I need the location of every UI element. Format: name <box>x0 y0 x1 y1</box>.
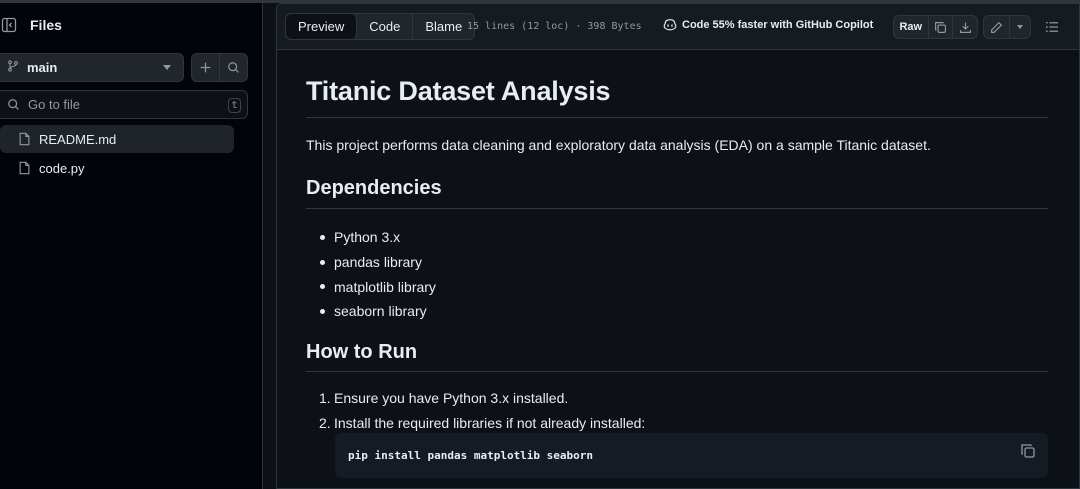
sidebar-actions <box>191 53 248 82</box>
dependencies-list: Python 3.x pandas library matplotlib lib… <box>320 225 436 324</box>
divider <box>306 371 1048 372</box>
chevron-down-icon <box>1017 25 1024 29</box>
go-to-file-input[interactable]: Go to file t <box>0 90 248 119</box>
code-text: pip install pandas matplotlib seaborn <box>348 449 594 462</box>
keyboard-shortcut-hint: t <box>228 98 241 113</box>
file-icon <box>19 132 30 146</box>
view-mode-tabs: Preview Code Blame <box>285 13 476 40</box>
search-icon <box>8 99 19 110</box>
step-text: Ensure you have Python 3.x installed. <box>334 390 569 407</box>
step-text: Install the required libraries if not al… <box>334 415 646 432</box>
pencil-icon <box>991 21 1003 33</box>
files-title: Files <box>30 17 62 33</box>
file-icon <box>19 161 30 175</box>
file-stats: 15 lines (12 loc) · 398 Bytes <box>467 21 642 32</box>
chevron-down-icon <box>163 65 171 70</box>
readme-title: Titanic Dataset Analysis <box>306 76 611 106</box>
raw-button[interactable]: Raw <box>894 16 928 38</box>
outline-button[interactable] <box>1043 18 1061 36</box>
list-item: matplotlib library <box>320 274 436 299</box>
file-name: code.py <box>39 160 85 176</box>
search-icon <box>228 62 239 73</box>
readme-preview: Titanic Dataset Analysis This project pe… <box>276 49 1080 489</box>
list-item: pandas library <box>320 250 436 275</box>
sidebar-collapse-icon[interactable] <box>0 14 20 36</box>
file-item-readme[interactable]: README.md <box>0 125 234 153</box>
raw-actions: Raw <box>893 15 978 39</box>
download-button[interactable] <box>952 16 977 38</box>
copy-icon <box>934 21 946 33</box>
branch-selector[interactable]: main <box>0 53 184 82</box>
add-file-button[interactable] <box>192 54 219 81</box>
list-item: Python 3.x <box>320 225 436 250</box>
how-to-run-heading: How to Run <box>306 341 418 363</box>
plus-icon <box>200 62 211 73</box>
download-icon <box>959 22 971 33</box>
edit-file-button[interactable] <box>984 16 1009 38</box>
file-item-code-py[interactable]: code.py <box>0 154 234 182</box>
code-block: pip install pandas matplotlib seaborn <box>335 433 1048 478</box>
dependencies-heading: Dependencies <box>306 177 442 199</box>
search-placeholder: Go to file <box>28 97 81 112</box>
copy-raw-button[interactable] <box>927 16 953 38</box>
tab-preview[interactable]: Preview <box>286 14 358 39</box>
intro-paragraph: This project performs data cleaning and … <box>306 137 931 153</box>
step-number: 2. <box>319 415 331 432</box>
list-icon <box>1046 21 1058 33</box>
step-number: 1. <box>319 390 331 407</box>
file-viewer: Preview Code Blame 15 lines (12 loc) · 3… <box>264 3 1080 489</box>
list-item: 2. Install the required libraries if not… <box>319 411 645 436</box>
steps-list: 1. Ensure you have Python 3.x installed.… <box>319 386 645 435</box>
divider <box>306 117 1048 118</box>
file-toolbar: Preview Code Blame 15 lines (12 loc) · 3… <box>276 3 1080 49</box>
branch-name: main <box>27 60 58 75</box>
tab-blame[interactable]: Blame <box>413 14 474 39</box>
copy-code-button[interactable] <box>1020 443 1036 459</box>
file-tree-sidebar: Files main Go to file t README.md code.p… <box>0 3 263 489</box>
file-name: README.md <box>39 131 117 147</box>
list-item: 1. Ensure you have Python 3.x installed. <box>319 386 645 411</box>
list-item: seaborn library <box>320 299 436 324</box>
edit-dropdown-button[interactable] <box>1009 16 1030 38</box>
tab-code[interactable]: Code <box>357 14 414 39</box>
files-header: Files <box>0 11 263 39</box>
copy-icon <box>1021 444 1035 458</box>
copilot-promo-text: Code 55% faster with GitHub Copilot <box>682 18 874 31</box>
file-list: README.md code.py <box>0 125 263 182</box>
copilot-promo-link[interactable]: Code 55% faster with GitHub Copilot <box>663 18 873 31</box>
edit-actions <box>983 15 1031 39</box>
copilot-icon <box>663 19 677 31</box>
search-files-button[interactable] <box>219 54 247 81</box>
divider <box>306 208 1048 209</box>
git-branch-icon <box>7 59 19 77</box>
